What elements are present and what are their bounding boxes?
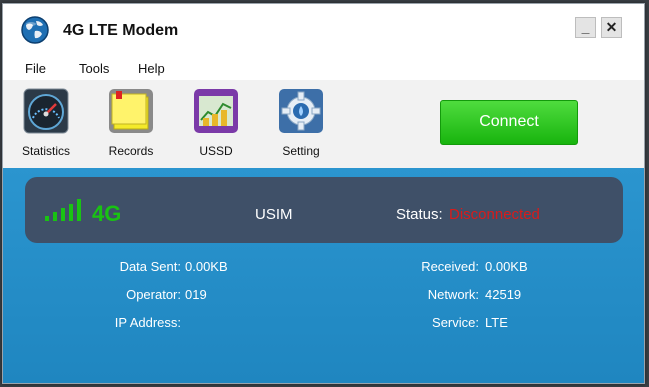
records-button[interactable]: Records xyxy=(99,88,163,158)
menu-file[interactable]: File xyxy=(25,61,46,76)
title-bar: 4G LTE Modem _ ✕ xyxy=(3,4,644,56)
ussd-button[interactable]: USSD xyxy=(184,88,248,158)
received-value: 0.00KB xyxy=(485,259,528,274)
sim-type: USIM xyxy=(255,206,293,223)
status-value: Disconnected xyxy=(449,206,540,223)
records-label: Records xyxy=(108,144,154,158)
close-button[interactable]: ✕ xyxy=(601,17,622,38)
menu-bar: File Tools Help xyxy=(3,56,644,80)
operator-label: Operator: xyxy=(126,287,181,302)
minimize-button[interactable]: _ xyxy=(575,17,596,38)
network-value: 42519 xyxy=(485,287,522,302)
service-value: LTE xyxy=(485,315,508,330)
gear-icon xyxy=(279,89,323,133)
menu-tools[interactable]: Tools xyxy=(79,61,109,76)
status-panel: 4G USIM Status: Disconnected xyxy=(25,177,623,243)
setting-button[interactable]: Setting xyxy=(269,88,333,158)
toolbar: Statistics Records USSD Setting Connect xyxy=(3,80,644,168)
network-type: 4G xyxy=(92,201,122,226)
ussd-chart-icon xyxy=(194,89,238,133)
main-panel: 4G USIM Status: Disconnected Data Sent: … xyxy=(3,168,644,383)
globe-icon xyxy=(21,16,49,44)
network-label: Network: xyxy=(427,287,479,302)
data-sent-value: 0.00KB xyxy=(185,259,228,274)
app-window: 4G LTE Modem _ ✕ File Tools Help Statist… xyxy=(2,3,645,384)
statistics-button[interactable]: Statistics xyxy=(14,88,78,158)
service-label: Service: xyxy=(432,315,479,330)
received-label: Received: xyxy=(421,259,479,274)
operator-value: 019 xyxy=(185,287,207,302)
connect-button[interactable]: Connect xyxy=(440,100,578,145)
speedometer-icon xyxy=(23,88,69,134)
ussd-label: USSD xyxy=(199,144,233,158)
signal-strength-icon xyxy=(45,199,81,221)
ip-address-label: IP Address: xyxy=(114,315,181,330)
data-sent-label: Data Sent: xyxy=(119,259,181,274)
statistics-label: Statistics xyxy=(21,144,70,158)
status-label: Status: xyxy=(396,206,443,223)
app-title: 4G LTE Modem xyxy=(63,22,179,39)
sticky-note-icon xyxy=(109,89,153,133)
menu-help[interactable]: Help xyxy=(138,61,165,76)
setting-label: Setting xyxy=(282,144,320,158)
